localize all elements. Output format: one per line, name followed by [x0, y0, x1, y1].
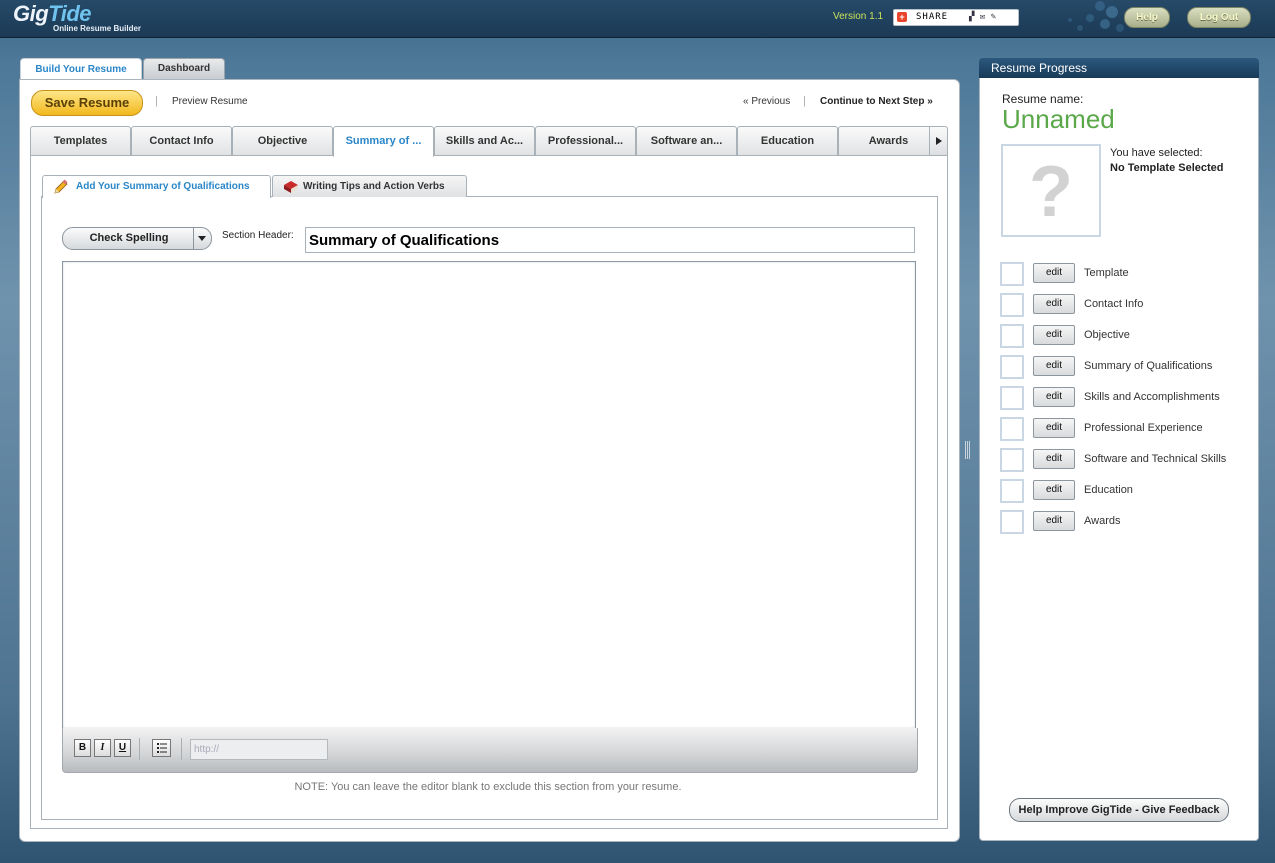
previous-link[interactable]: « Previous [743, 96, 790, 107]
status-checkbox [1000, 386, 1024, 410]
version-label: Version 1.1 [833, 11, 884, 22]
toolbar-divider [181, 738, 182, 760]
tab-dashboard[interactable]: Dashboard [143, 58, 225, 79]
edit-button[interactable]: edit [1033, 263, 1075, 283]
progress-item-summary: edit Summary of Qualifications [1000, 355, 1240, 379]
italic-button[interactable]: I [94, 739, 111, 757]
progress-item-education: edit Education [1000, 479, 1240, 503]
progress-item-label: Software and Technical Skills [1084, 453, 1227, 465]
tab-skills[interactable]: Skills and Ac... [434, 126, 535, 156]
section-header-label: Section Header: [222, 230, 294, 241]
resume-name-value: Unnamed [1002, 104, 1115, 134]
share-button[interactable]: + SHARE ▞ ✉ ✎ [893, 9, 1019, 26]
edit-button[interactable]: edit [1033, 480, 1075, 500]
edit-button[interactable]: edit [1033, 418, 1075, 438]
status-checkbox [1000, 262, 1024, 286]
share-label: SHARE [916, 12, 949, 22]
tab-education[interactable]: Education [737, 126, 838, 156]
progress-item-awards: edit Awards [1000, 510, 1240, 534]
resume-progress-title: Resume Progress [991, 61, 1088, 75]
section-header-input[interactable] [305, 227, 915, 253]
panel-resize-handle[interactable] [965, 441, 971, 459]
progress-item-label: Contact Info [1084, 298, 1144, 310]
pencil-icon [54, 179, 68, 194]
tab-awards[interactable]: Awards [838, 126, 939, 156]
edit-button[interactable]: edit [1033, 356, 1075, 376]
progress-item-software: edit Software and Technical Skills [1000, 448, 1240, 472]
progress-item-objective: edit Objective [1000, 324, 1240, 348]
give-feedback-button[interactable]: Help Improve GigTide - Give Feedback [1009, 798, 1229, 822]
bold-button[interactable]: B [74, 739, 91, 757]
tab-templates[interactable]: Templates [30, 126, 131, 156]
share-plus-icon: + [897, 12, 907, 22]
url-input[interactable]: http:// [190, 739, 328, 760]
selected-template-label: You have selected: [1110, 147, 1203, 159]
status-checkbox [1000, 417, 1024, 441]
progress-item-label: Awards [1084, 515, 1121, 527]
tab-summary[interactable]: Summary of ... [333, 126, 434, 157]
status-checkbox [1000, 324, 1024, 348]
chevron-down-icon[interactable] [193, 228, 211, 249]
progress-item-label: Education [1084, 484, 1133, 496]
edit-button[interactable]: edit [1033, 325, 1075, 345]
edit-button[interactable]: edit [1033, 449, 1075, 469]
edit-button[interactable]: edit [1033, 511, 1075, 531]
tab-add-summary-label: Add Your Summary of Qualifications [76, 181, 250, 192]
next-step-link[interactable]: Continue to Next Step » [820, 96, 933, 107]
preview-resume-link[interactable]: Preview Resume [172, 96, 248, 107]
editor-toolbar: B I U http:// [62, 728, 918, 773]
progress-item-skills: edit Skills and Accomplishments [1000, 386, 1240, 410]
progress-item-template: edit Template [1000, 262, 1240, 286]
progress-item-professional: edit Professional Experience [1000, 417, 1240, 441]
tab-professional[interactable]: Professional... [535, 126, 636, 156]
save-resume-button[interactable]: Save Resume [31, 90, 143, 116]
bullet-list-icon[interactable] [152, 739, 171, 757]
tab-build-your-resume[interactable]: Build Your Resume [20, 58, 142, 81]
status-checkbox [1000, 355, 1024, 379]
edit-button[interactable]: edit [1033, 387, 1075, 407]
underline-button[interactable]: U [114, 739, 131, 757]
tab-add-summary[interactable]: Add Your Summary of Qualifications [42, 175, 271, 198]
progress-item-label: Objective [1084, 329, 1130, 341]
help-button[interactable]: Help [1124, 7, 1170, 28]
tab-contact-info[interactable]: Contact Info [131, 126, 232, 156]
tab-objective[interactable]: Objective [232, 126, 333, 156]
social-icons: ▞ ✉ ✎ [969, 12, 997, 22]
divider: | [803, 95, 806, 107]
progress-item-label: Summary of Qualifications [1084, 360, 1213, 372]
template-thumbnail-question-icon: ? [1001, 144, 1101, 237]
tabs-scroll-right-arrow-icon[interactable] [929, 126, 948, 156]
tab-writing-tips[interactable]: Writing Tips and Action Verbs [272, 175, 467, 197]
divider: | [155, 95, 158, 107]
status-checkbox [1000, 510, 1024, 534]
decorative-dots-icon [1068, 1, 1124, 32]
tab-software[interactable]: Software an... [636, 126, 737, 156]
logout-button[interactable]: Log Out [1187, 7, 1251, 28]
gigtide-logo[interactable]: GigTide Online Resume Builder [13, 1, 141, 33]
editor-note: NOTE: You can leave the editor blank to … [294, 781, 682, 793]
progress-item-label: Professional Experience [1084, 422, 1203, 434]
logo-subtitle: Online Resume Builder [53, 24, 142, 33]
check-spelling-label: Check Spelling [89, 232, 169, 244]
progress-item-label: Template [1084, 267, 1129, 279]
status-checkbox [1000, 293, 1024, 317]
status-checkbox [1000, 479, 1024, 503]
status-checkbox [1000, 448, 1024, 472]
resume-progress-header: Resume Progress [979, 58, 1259, 78]
selected-template-value: No Template Selected [1110, 162, 1224, 174]
toolbar-divider [139, 738, 140, 760]
tab-writing-tips-label: Writing Tips and Action Verbs [303, 181, 445, 192]
summary-editor[interactable] [62, 261, 916, 729]
progress-item-label: Skills and Accomplishments [1084, 391, 1220, 403]
book-icon [284, 181, 298, 193]
edit-button[interactable]: edit [1033, 294, 1075, 314]
check-spelling-button[interactable]: Check Spelling [62, 227, 212, 250]
progress-item-contact-info: edit Contact Info [1000, 293, 1240, 317]
top-bar: GigTide Online Resume Builder Version 1.… [0, 0, 1275, 38]
